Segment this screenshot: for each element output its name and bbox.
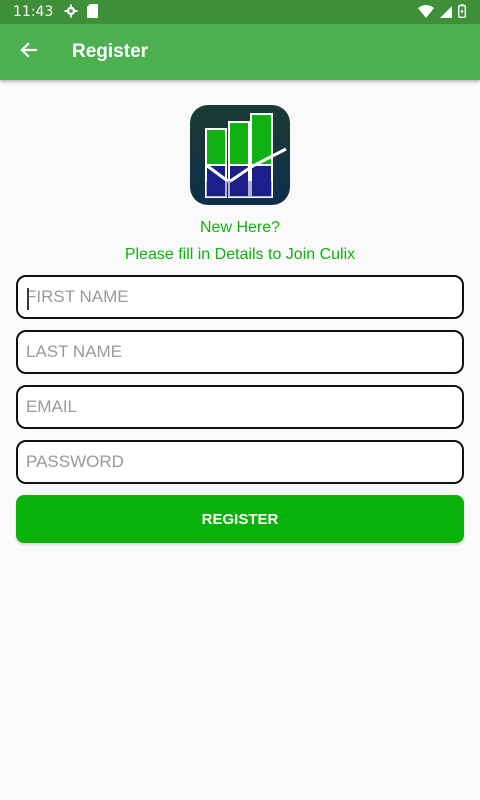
password-input[interactable]	[18, 442, 462, 482]
arrow-back-icon	[19, 42, 38, 62]
new-here-text: New Here?	[199, 219, 281, 236]
email-input[interactable]	[18, 387, 462, 427]
app-bar: Register	[0, 24, 480, 80]
password-field[interactable]	[16, 440, 464, 484]
signal-icon	[440, 3, 452, 22]
app-logo	[190, 105, 290, 205]
settings-icon	[64, 3, 78, 22]
register-button[interactable]: REGISTER	[16, 495, 464, 543]
last-name-input[interactable]	[18, 332, 462, 372]
wifi-icon	[418, 3, 434, 22]
text-cursor	[27, 288, 29, 310]
battery-icon	[457, 3, 466, 22]
email-field[interactable]	[16, 385, 464, 429]
status-time: 11:43	[13, 4, 54, 20]
status-bar: 11:43	[0, 0, 480, 24]
back-button[interactable]	[16, 40, 40, 64]
last-name-field[interactable]	[16, 330, 464, 374]
first-name-input[interactable]	[18, 277, 462, 317]
status-left-icons	[64, 3, 99, 22]
first-name-field[interactable]	[16, 275, 464, 319]
page-title: Register	[72, 41, 149, 62]
growth-chart-logo	[205, 113, 287, 198]
sd-card-icon	[87, 3, 99, 22]
join-instruction-text: Please fill in Details to Join Culix	[124, 246, 356, 263]
status-right-icons	[418, 3, 466, 22]
